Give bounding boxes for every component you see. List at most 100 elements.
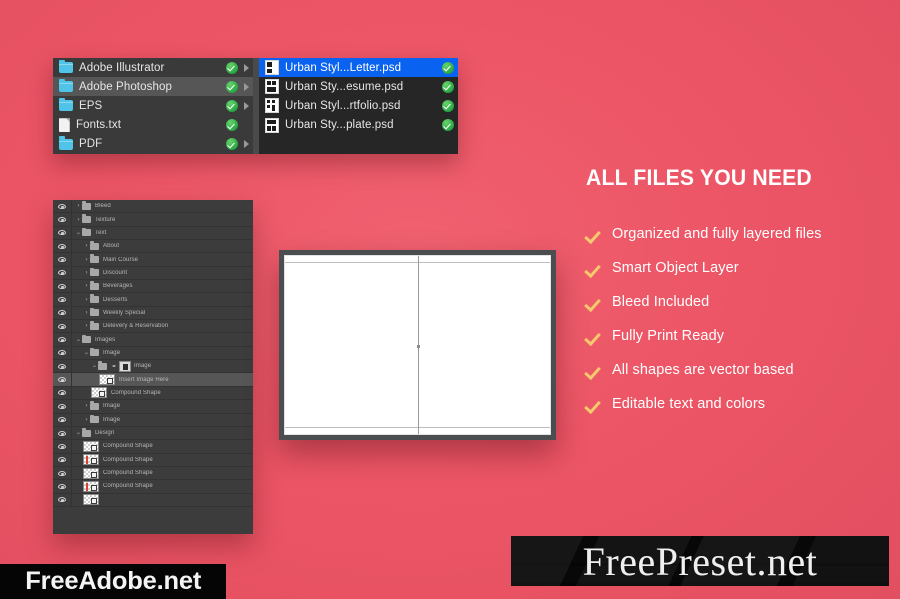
shape-glyph-icon bbox=[91, 498, 97, 505]
layer-row[interactable]: › Weekly Special bbox=[53, 306, 253, 321]
layer-row[interactable]: › Beverages bbox=[53, 280, 253, 294]
chevron-right-icon[interactable]: › bbox=[83, 417, 90, 423]
chevron-right-icon[interactable]: › bbox=[83, 297, 90, 303]
chevron-down-icon[interactable]: ⌄ bbox=[83, 350, 90, 356]
layer-row[interactable]: › Image bbox=[53, 413, 253, 427]
layer-visibility-toggle[interactable] bbox=[53, 253, 72, 266]
chevron-right-icon[interactable] bbox=[244, 63, 249, 72]
file-browser-file-row[interactable]: Urban Sty...plate.psd bbox=[259, 116, 458, 135]
layer-visibility-toggle[interactable] bbox=[53, 320, 72, 333]
layer-visibility-toggle[interactable] bbox=[53, 266, 72, 280]
file-browser-row[interactable]: Fonts.txt bbox=[53, 116, 253, 135]
feature-item: Organized and fully layered files bbox=[586, 217, 886, 251]
layer-row[interactable]: ⌄ ⚭ Image bbox=[53, 360, 253, 374]
file-browser-column-files[interactable]: Urban Styl...Letter.psd Urban Sty...esume… bbox=[259, 58, 458, 154]
chevron-right-icon[interactable]: › bbox=[83, 283, 90, 289]
layer-visibility-toggle[interactable] bbox=[53, 306, 72, 320]
chevron-right-icon[interactable] bbox=[244, 101, 249, 110]
layer-row[interactable]: Compound Shape bbox=[53, 466, 253, 481]
folder-icon bbox=[90, 241, 99, 250]
layer-row[interactable]: › Desserts bbox=[53, 293, 253, 307]
chevron-right-icon[interactable] bbox=[244, 140, 249, 149]
chevron-right-icon[interactable]: › bbox=[83, 243, 90, 249]
file-browser-item-label: Fonts.txt bbox=[76, 119, 121, 132]
layer-row[interactable]: Compound Shape bbox=[53, 386, 253, 401]
eye-icon bbox=[58, 270, 66, 276]
file-browser-row[interactable]: PDF bbox=[53, 135, 253, 154]
chevron-down-icon[interactable]: ⌄ bbox=[75, 230, 82, 236]
layer-visibility-toggle[interactable] bbox=[53, 360, 72, 373]
folder-icon bbox=[59, 59, 73, 74]
feature-item: All shapes are vector based bbox=[586, 353, 886, 387]
chevron-down-icon[interactable]: ⌄ bbox=[75, 337, 82, 343]
layer-visibility-toggle[interactable] bbox=[53, 453, 72, 466]
layer-visibility-toggle[interactable] bbox=[53, 400, 72, 413]
file-browser-row[interactable]: Adobe Illustrator bbox=[53, 58, 253, 77]
layer-name-label: Compound Shape bbox=[103, 483, 153, 490]
file-browser-file-row[interactable]: Urban Styl...rtfolio.psd bbox=[259, 96, 458, 115]
file-browser-file-row[interactable]: Urban Sty...esume.psd bbox=[259, 77, 458, 96]
file-browser-column-folders[interactable]: Adobe Illustrator Adobe Photoshop EPS Fonts… bbox=[53, 58, 253, 154]
layer-visibility-toggle[interactable] bbox=[53, 413, 72, 426]
layer-visibility-toggle[interactable] bbox=[53, 280, 72, 293]
chevron-right-icon[interactable]: › bbox=[83, 323, 90, 329]
layer-name-label: Weekly Special bbox=[103, 309, 146, 316]
layer-row[interactable]: ⌄ Images bbox=[53, 333, 253, 347]
layer-visibility-toggle[interactable] bbox=[53, 293, 72, 306]
file-browser-row[interactable]: Adobe Photoshop bbox=[53, 77, 253, 97]
layer-row[interactable]: › Main Course bbox=[53, 253, 253, 267]
feature-item: Fully Print Ready bbox=[586, 319, 886, 353]
layer-row[interactable]: › Bleed bbox=[53, 200, 253, 214]
layer-row[interactable]: Compound Shape bbox=[53, 453, 253, 467]
layer-visibility-toggle[interactable] bbox=[53, 240, 72, 253]
layer-visibility-toggle[interactable] bbox=[53, 426, 72, 440]
chevron-right-icon[interactable]: › bbox=[83, 257, 90, 263]
layer-row[interactable]: Insert Image Here bbox=[53, 373, 253, 387]
layer-visibility-toggle[interactable] bbox=[53, 200, 72, 213]
chevron-right-icon[interactable]: › bbox=[83, 403, 90, 409]
layer-row[interactable]: › Delevery & Reservation bbox=[53, 320, 253, 334]
shape-glyph-icon bbox=[107, 378, 113, 385]
layer-name-label: About bbox=[103, 243, 120, 250]
layer-row[interactable]: Compound Shape bbox=[53, 440, 253, 454]
layer-visibility-toggle[interactable] bbox=[53, 346, 72, 360]
chevron-right-icon[interactable]: › bbox=[75, 203, 82, 209]
layer-row[interactable]: › About bbox=[53, 240, 253, 254]
chevron-right-icon[interactable]: › bbox=[75, 217, 82, 223]
layer-visibility-toggle[interactable] bbox=[53, 480, 72, 493]
eye-icon bbox=[58, 417, 66, 423]
layer-visibility-toggle[interactable] bbox=[53, 466, 72, 480]
layer-visibility-toggle[interactable] bbox=[53, 373, 72, 386]
layer-visibility-toggle[interactable] bbox=[53, 440, 72, 453]
layer-row[interactable]: ⌄ Text bbox=[53, 226, 253, 241]
layer-row[interactable]: › Discount bbox=[53, 266, 253, 281]
layer-visibility-toggle[interactable] bbox=[53, 333, 72, 346]
layer-row[interactable]: › Image bbox=[53, 400, 253, 414]
chevron-down-icon[interactable]: ⌄ bbox=[75, 430, 82, 436]
folder-icon bbox=[82, 201, 91, 210]
layer-row[interactable]: Compound Shape bbox=[53, 480, 253, 494]
layer-visibility-toggle[interactable] bbox=[53, 226, 72, 240]
layer-row[interactable]: › Texture bbox=[53, 213, 253, 227]
layer-name-label: Compound Shape bbox=[103, 456, 153, 463]
chevron-right-icon[interactable]: › bbox=[83, 270, 90, 276]
file-browser-file-row[interactable]: Urban Styl...Letter.psd bbox=[259, 58, 458, 78]
layer-row[interactable]: ⌄ Design bbox=[53, 426, 253, 441]
chevron-right-icon[interactable]: › bbox=[83, 310, 90, 316]
layer-visibility-toggle[interactable] bbox=[53, 493, 72, 506]
folder-icon bbox=[90, 254, 99, 264]
chevron-right-icon[interactable] bbox=[244, 82, 249, 91]
shape-glyph-icon bbox=[91, 458, 97, 465]
layer-visibility-toggle[interactable] bbox=[53, 386, 72, 400]
layer-name-label: Discount bbox=[103, 269, 128, 276]
file-browser-row[interactable]: EPS bbox=[53, 96, 253, 115]
layer-row[interactable] bbox=[53, 493, 253, 507]
file-browser-file-label: Urban Sty...esume.psd bbox=[285, 80, 404, 93]
layer-visibility-toggle[interactable] bbox=[53, 213, 72, 226]
chevron-down-icon[interactable]: ⌄ bbox=[91, 363, 98, 369]
folder-icon bbox=[82, 334, 91, 344]
feature-item-label: Organized and fully layered files bbox=[612, 226, 822, 242]
feature-item-label: Smart Object Layer bbox=[612, 260, 739, 276]
layers-panel[interactable]: › Bleed › Texture ⌄ Text › About › Main Course › Di… bbox=[53, 200, 253, 534]
layer-row[interactable]: ⌄ Image bbox=[53, 346, 253, 361]
